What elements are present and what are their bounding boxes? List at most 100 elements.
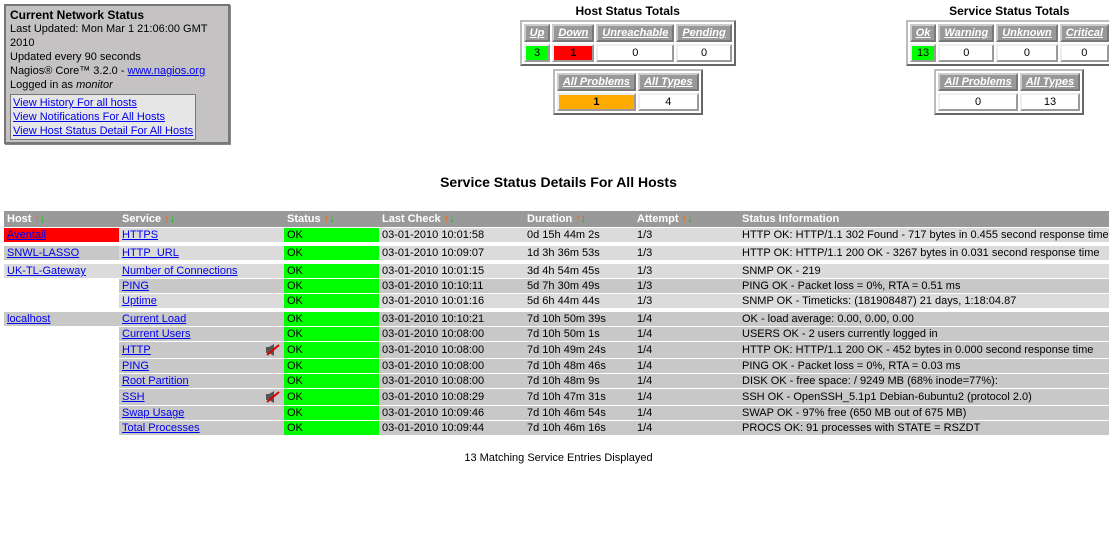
notifications-disabled-icon[interactable] [265, 343, 281, 357]
svc-unknown-header[interactable]: Unknown [996, 24, 1058, 42]
host-link[interactable]: UK-TL-Gateway [7, 265, 86, 277]
sort-duration-down-icon[interactable]: ↓ [581, 213, 587, 225]
view-history-link[interactable]: View History For all hosts [13, 97, 137, 109]
svc-types-value[interactable]: 13 [1020, 93, 1081, 111]
service-cell[interactable]: Number of Connections [119, 264, 284, 278]
status-info-cell: DISK OK - free space: / 9249 MB (68% ino… [739, 374, 1109, 388]
service-cell[interactable]: HTTP_URL [119, 246, 284, 260]
table-row: Total ProcessesOK03-01-2010 10:09:447d 1… [4, 421, 1109, 435]
table-row: HTTP OK03-01-2010 10:08:007d 10h 49m 24s1… [4, 342, 1109, 358]
status-info-cell: PING OK - Packet loss = 0%, RTA = 0.51 m… [739, 279, 1109, 293]
svc-unknown-value[interactable]: 0 [996, 44, 1058, 62]
service-cell[interactable]: PING [119, 359, 284, 373]
host-types-header[interactable]: All Types [638, 73, 699, 91]
attempt-cell: 1/4 [634, 421, 739, 435]
host-down-header[interactable]: Down [552, 24, 594, 42]
svc-critical-value[interactable]: 0 [1060, 44, 1109, 62]
last-check-cell: 03-01-2010 10:08:00 [379, 327, 524, 341]
svc-critical-header[interactable]: Critical [1060, 24, 1109, 42]
host-unreachable-value[interactable]: 0 [596, 44, 674, 62]
service-link[interactable]: Uptime [122, 295, 157, 307]
service-cell[interactable]: PING [119, 279, 284, 293]
status-cell: OK [284, 228, 379, 242]
host-cell[interactable]: localhost [4, 312, 119, 326]
service-cell[interactable]: SSH [119, 389, 284, 405]
service-table: Host ↑↓ Service ↑↓ Status ↑↓ Last Check … [4, 210, 1109, 436]
svc-ok-value[interactable]: 13 [910, 44, 937, 62]
col-host: Host ↑↓ [4, 211, 119, 227]
infobox-links: View History For all hosts View Notifica… [10, 94, 196, 140]
service-link[interactable]: HTTP [122, 344, 151, 356]
host-problems-value[interactable]: 1 [557, 93, 636, 111]
notifications-disabled-icon[interactable] [265, 390, 281, 404]
view-host-status-link[interactable]: View Host Status Detail For All Hosts [13, 125, 193, 137]
service-link[interactable]: SSH [122, 391, 145, 403]
status-info-cell: USERS OK - 2 users currently logged in [739, 327, 1109, 341]
service-link[interactable]: Root Partition [122, 375, 189, 387]
host-link[interactable]: SNWL-LASSO [7, 247, 79, 259]
duration-cell: 7d 10h 49m 24s [524, 342, 634, 358]
host-link[interactable]: localhost [7, 313, 50, 325]
host-unreachable-header[interactable]: Unreachable [596, 24, 674, 42]
svc-types-header[interactable]: All Types [1020, 73, 1081, 91]
attempt-cell: 1/4 [634, 327, 739, 341]
service-totals-title: Service Status Totals [906, 4, 1109, 18]
host-pending-header[interactable]: Pending [676, 24, 731, 42]
service-cell[interactable]: HTTP [119, 342, 284, 358]
sort-lastcheck-down-icon[interactable]: ↓ [449, 213, 455, 225]
status-cell: OK [284, 342, 379, 358]
host-up-value[interactable]: 3 [524, 44, 551, 62]
table-row: PINGOK03-01-2010 10:10:115d 7h 30m 49s1/… [4, 279, 1109, 293]
service-link[interactable]: Current Load [122, 313, 186, 325]
svc-problems-header[interactable]: All Problems [938, 73, 1017, 91]
service-cell[interactable]: Current Users [119, 327, 284, 341]
host-cell[interactable]: UK-TL-Gateway [4, 264, 119, 278]
sort-service-down-icon[interactable]: ↓ [170, 213, 176, 225]
service-cell[interactable]: Total Processes [119, 421, 284, 435]
sort-attempt-down-icon[interactable]: ↓ [687, 213, 693, 225]
service-link[interactable]: PING [122, 360, 149, 372]
table-row: Current UsersOK03-01-2010 10:08:007d 10h… [4, 327, 1109, 341]
service-link[interactable]: HTTPS [122, 229, 158, 241]
col-status: Status ↑↓ [284, 211, 379, 227]
service-link[interactable]: HTTP_URL [122, 247, 179, 259]
host-types-value[interactable]: 4 [638, 93, 699, 111]
last-check-cell: 03-01-2010 10:08:00 [379, 342, 524, 358]
service-cell[interactable]: Root Partition [119, 374, 284, 388]
product-line: Nagios® Core™ 3.2.0 - www.nagios.org [10, 64, 224, 78]
sort-host-down-icon[interactable]: ↓ [40, 213, 46, 225]
svc-problems-value[interactable]: 0 [938, 93, 1017, 111]
nagios-link[interactable]: www.nagios.org [128, 65, 206, 77]
service-link[interactable]: Current Users [122, 328, 190, 340]
status-cell: OK [284, 389, 379, 405]
service-link[interactable]: PING [122, 280, 149, 292]
attempt-cell: 1/4 [634, 342, 739, 358]
service-link[interactable]: Swap Usage [122, 407, 184, 419]
service-cell[interactable]: Swap Usage [119, 406, 284, 420]
host-cell[interactable]: SNWL-LASSO [4, 246, 119, 260]
host-down-value[interactable]: 1 [552, 44, 594, 62]
host-link[interactable]: Aventail [7, 229, 46, 241]
host-pending-value[interactable]: 0 [676, 44, 731, 62]
service-link[interactable]: Number of Connections [122, 265, 238, 277]
host-problems-header[interactable]: All Problems [557, 73, 636, 91]
svc-ok-header[interactable]: Ok [910, 24, 937, 42]
service-cell[interactable]: Current Load [119, 312, 284, 326]
service-cell[interactable]: Uptime [119, 294, 284, 308]
status-info-cell: PROCS OK: 91 processes with STATE = RSZD… [739, 421, 1109, 435]
last-check-cell: 03-01-2010 10:09:07 [379, 246, 524, 260]
status-cell: OK [284, 279, 379, 293]
service-cell[interactable]: HTTPS [119, 228, 284, 242]
service-link[interactable]: Total Processes [122, 422, 200, 434]
last-check-cell: 03-01-2010 10:01:16 [379, 294, 524, 308]
host-up-header[interactable]: Up [524, 24, 551, 42]
col-attempt: Attempt ↑↓ [634, 211, 739, 227]
last-check-cell: 03-01-2010 10:08:00 [379, 359, 524, 373]
table-row: Swap UsageOK03-01-2010 10:09:467d 10h 46… [4, 406, 1109, 420]
duration-cell: 0d 15h 44m 2s [524, 228, 634, 242]
svc-warning-value[interactable]: 0 [938, 44, 994, 62]
sort-status-down-icon[interactable]: ↓ [329, 213, 335, 225]
view-notifications-link[interactable]: View Notifications For All Hosts [13, 111, 165, 123]
host-cell[interactable]: Aventail [4, 228, 119, 242]
svc-warning-header[interactable]: Warning [938, 24, 994, 42]
